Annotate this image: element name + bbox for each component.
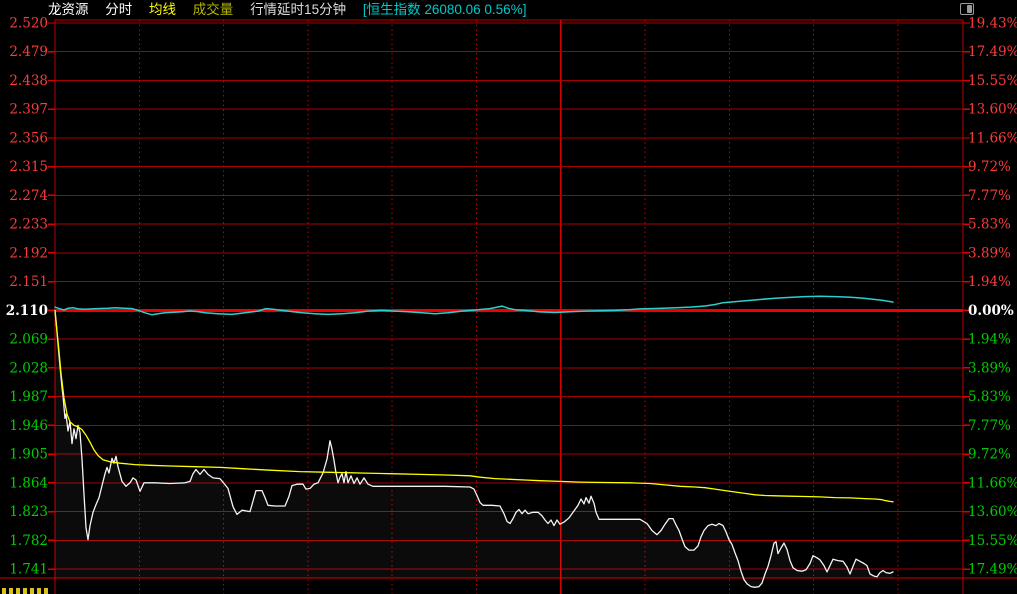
- left-price-label: 2.192: [9, 245, 48, 261]
- price-area-fill: [55, 310, 893, 587]
- right-percent-label: 3.89%: [968, 245, 1011, 261]
- right-percent-label: 3.89%: [968, 360, 1011, 376]
- right-percent-label: 17.49%: [968, 562, 1017, 578]
- stock-app-window: 龙资源 分时 均线 成交量 行情延时15分钟 [恒生指数 26080.06 0.…: [0, 0, 1017, 594]
- right-percent-label: 9.72%: [968, 447, 1011, 463]
- right-percent-label: 11.66%: [968, 475, 1017, 491]
- right-percent-label: 5.83%: [968, 389, 1011, 405]
- hang-seng-index-line: [55, 296, 893, 315]
- left-price-label: 2.233: [9, 217, 48, 233]
- panel-toggle-icon[interactable]: [960, 3, 974, 15]
- hang-seng-index-ticker[interactable]: [恒生指数 26080.06 0.56%]: [363, 2, 527, 17]
- left-price-label: 2.356: [9, 130, 48, 146]
- left-price-label: 2.438: [9, 73, 48, 89]
- left-price-label: 2.110: [6, 303, 48, 319]
- right-percent-label: 15.55%: [968, 73, 1017, 89]
- left-price-label: 1.864: [9, 475, 48, 491]
- left-price-label: 1.987: [9, 389, 48, 405]
- left-price-label: 1.946: [9, 418, 48, 434]
- tab-minute-chart[interactable]: 分时: [105, 2, 132, 17]
- right-percent-label: 5.83%: [968, 217, 1011, 233]
- left-price-label: 1.823: [9, 504, 48, 520]
- right-percent-label: 1.94%: [968, 274, 1011, 290]
- right-percent-label: 9.72%: [968, 159, 1011, 175]
- chart-title-bar: 龙资源 分时 均线 成交量 行情延时15分钟 [恒生指数 26080.06 0.…: [48, 1, 539, 19]
- left-price-label: 2.520: [9, 16, 48, 32]
- left-price-label: 2.151: [9, 274, 48, 290]
- right-percent-label: 0.00%: [968, 303, 1014, 319]
- right-percent-label: 19.43%: [968, 16, 1017, 32]
- left-price-label: 1.782: [9, 533, 48, 549]
- left-price-label: 2.028: [9, 360, 48, 376]
- quote-delay-notice: 行情延时15分钟: [250, 2, 346, 17]
- tab-volume[interactable]: 成交量: [193, 2, 234, 17]
- tab-moving-average[interactable]: 均线: [149, 2, 176, 17]
- right-percent-label: 15.55%: [968, 533, 1017, 549]
- left-price-label: 2.397: [9, 102, 48, 118]
- left-price-label: 1.905: [9, 447, 48, 463]
- left-price-label: 2.274: [9, 188, 48, 204]
- right-percent-label: 11.66%: [968, 130, 1017, 146]
- right-percent-label: 7.77%: [968, 418, 1011, 434]
- right-percent-label: 13.60%: [968, 504, 1017, 520]
- left-price-label: 2.315: [9, 159, 48, 175]
- right-percent-label: 17.49%: [968, 44, 1017, 60]
- intraday-chart-canvas[interactable]: 2.520 19.43% 2.479 17.49% 2.438 15.55% 2.397 13…: [0, 0, 1017, 594]
- clipped-volume-scale-text: [2, 588, 48, 594]
- left-price-label: 2.479: [9, 44, 48, 60]
- average-price-line: [55, 312, 893, 502]
- right-percent-label: 7.77%: [968, 188, 1011, 204]
- left-price-label: 2.069: [9, 332, 48, 348]
- right-percent-label: 1.94%: [968, 332, 1011, 348]
- stock-name: 龙资源: [48, 2, 89, 17]
- right-percent-label: 13.60%: [968, 102, 1017, 118]
- left-price-label: 1.741: [9, 562, 48, 578]
